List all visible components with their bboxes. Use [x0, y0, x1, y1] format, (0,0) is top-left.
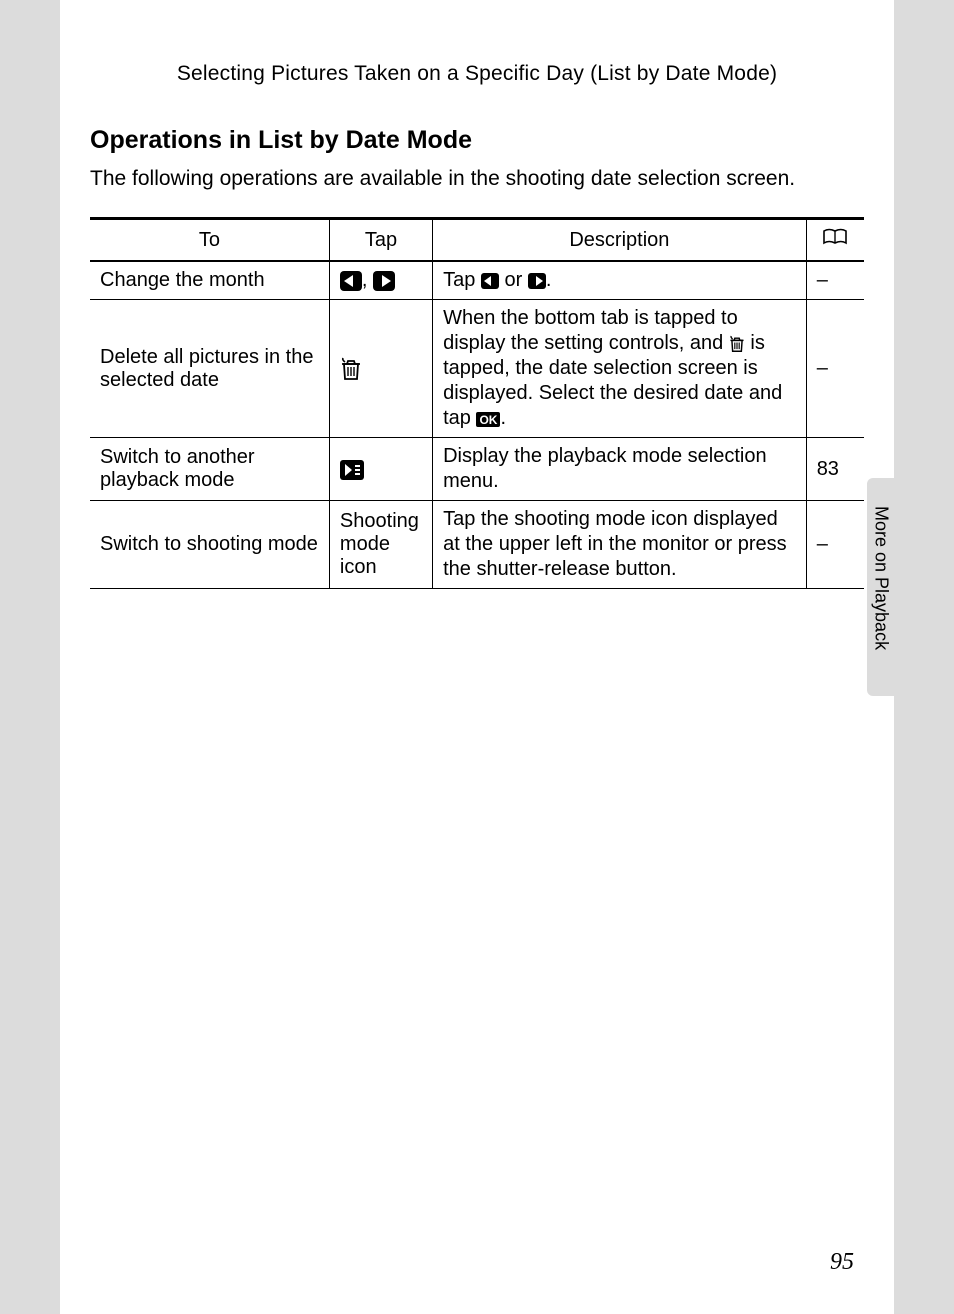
cell-description: When the bottom tab is tapped to display… — [433, 300, 807, 438]
col-header-reference — [806, 219, 864, 262]
cell-reference: – — [806, 261, 864, 300]
col-header-to: To — [90, 219, 329, 262]
book-icon — [822, 228, 848, 252]
cell-description: Tap or . — [433, 261, 807, 300]
arrow-right-icon — [373, 271, 395, 291]
cell-to: Delete all pictures in the selected date — [90, 300, 329, 438]
section-intro: The following operations are available i… — [90, 165, 864, 193]
table-row: Change the month , Tap or . – — [90, 261, 864, 300]
playback-mode-icon — [340, 460, 364, 480]
section-title: Operations in List by Date Mode — [90, 126, 864, 155]
cell-tap — [329, 300, 432, 438]
table-row: Delete all pictures in the selected date — [90, 300, 864, 438]
arrow-left-icon — [481, 273, 499, 289]
table-row: Switch to another playback mode Display … — [90, 438, 864, 501]
cell-to: Change the month — [90, 261, 329, 300]
arrow-left-icon — [340, 271, 362, 291]
desc-text: . — [500, 407, 506, 429]
table-row: Switch to shooting mode Shooting mode ic… — [90, 501, 864, 589]
desc-text: When the bottom tab is tapped to display… — [443, 307, 738, 354]
trash-icon — [729, 335, 745, 353]
desc-text: or — [499, 269, 528, 291]
arrow-right-icon — [528, 273, 546, 289]
cell-reference: – — [806, 300, 864, 438]
cell-tap: Shooting mode icon — [329, 501, 432, 589]
col-header-tap: Tap — [329, 219, 432, 262]
content-area: Operations in List by Date Mode The foll… — [60, 106, 894, 589]
cell-tap — [329, 438, 432, 501]
cell-reference: 83 — [806, 438, 864, 501]
cell-reference: – — [806, 501, 864, 589]
cell-tap: , — [329, 261, 432, 300]
trash-icon — [340, 357, 362, 381]
cell-description: Tap the shooting mode icon displayed at … — [433, 501, 807, 589]
side-tab: More on Playback — [867, 478, 895, 696]
desc-text: . — [546, 269, 552, 291]
operations-table: To Tap Description Change the month , — [90, 217, 864, 589]
cell-to: Switch to shooting mode — [90, 501, 329, 589]
desc-text: Tap — [443, 269, 481, 291]
table-header-row: To Tap Description — [90, 219, 864, 262]
page-number: 95 — [830, 1249, 854, 1276]
running-header: Selecting Pictures Taken on a Specific D… — [60, 0, 894, 106]
cell-description: Display the playback mode selection menu… — [433, 438, 807, 501]
cell-to: Switch to another playback mode — [90, 438, 329, 501]
col-header-description: Description — [433, 219, 807, 262]
ok-icon: OK — [476, 412, 500, 427]
document-page: Selecting Pictures Taken on a Specific D… — [60, 0, 894, 1314]
